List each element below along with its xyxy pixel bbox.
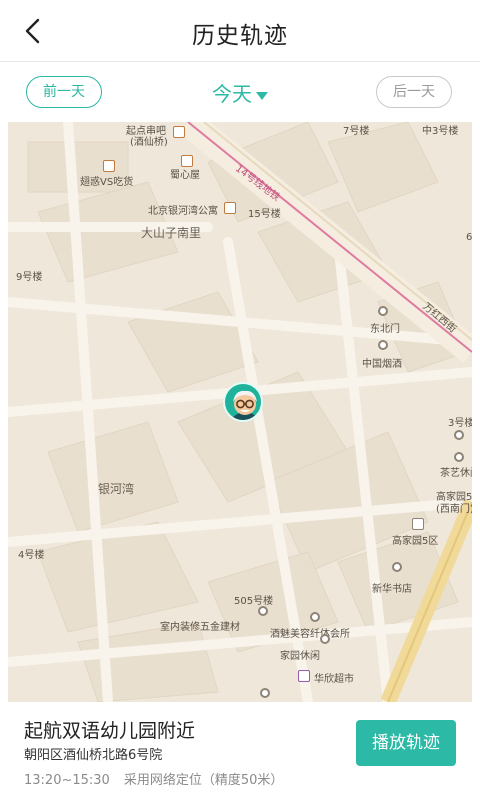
map-label: 蜀心屋 bbox=[170, 170, 200, 181]
date-switch-bar: 前一天 今天 后一天 bbox=[0, 62, 480, 122]
place-name: 起航双语幼儿园附近 bbox=[24, 720, 196, 742]
date-selector-label: 今天 bbox=[212, 82, 252, 106]
map-label: 6 bbox=[466, 232, 472, 243]
map-label: 翅惑VS吃货 bbox=[80, 177, 134, 188]
location-meta: 13:20~15:30 采用网络定位（精度50米） bbox=[24, 769, 283, 788]
map-label: 4号楼 bbox=[18, 550, 45, 561]
map-label: 7号楼 bbox=[343, 126, 370, 137]
poi-dot-icon bbox=[320, 634, 330, 644]
poi-dot-icon bbox=[392, 562, 402, 572]
map-label: 中3号楼 bbox=[422, 126, 459, 137]
restaurant-icon bbox=[103, 160, 115, 172]
location-avatar-marker[interactable] bbox=[223, 382, 263, 422]
poi-dot-icon bbox=[378, 306, 388, 316]
map-label: 中国烟酒 bbox=[362, 359, 402, 370]
map-label: 酒魅美容纤体会所 bbox=[270, 629, 350, 640]
map-label: 华欣超市 bbox=[314, 674, 354, 685]
poi-dot-icon bbox=[454, 430, 464, 440]
shop-icon bbox=[298, 670, 310, 682]
caret-down-icon bbox=[256, 91, 268, 100]
map-label: 北京银河湾公寓 bbox=[148, 206, 218, 217]
time-range: 13:20~15:30 bbox=[24, 773, 110, 788]
map-label: 家园休闲 bbox=[280, 651, 320, 662]
location-info-panel: 起航双语幼儿园附近 朝阳区酒仙桥北路6号院 13:20~15:30 采用网络定位（… bbox=[0, 702, 480, 800]
map-label: 新华书店 bbox=[372, 584, 412, 595]
next-day-button[interactable]: 后一天 bbox=[376, 76, 452, 108]
home-icon bbox=[412, 518, 424, 530]
map-label: 3号楼 bbox=[448, 418, 472, 429]
map-view[interactable]: 起点串吧 (酒仙桥) 翅惑VS吃货 蜀心屋 北京银河湾公寓 15号楼 大山子南里… bbox=[8, 122, 472, 702]
poi-dot-icon bbox=[258, 606, 268, 616]
map-label: 15号楼 bbox=[248, 209, 281, 220]
map-label: 9号楼 bbox=[16, 272, 43, 283]
app-header: 历史轨迹 bbox=[0, 0, 480, 62]
poi-dot-icon bbox=[260, 688, 270, 698]
elder-avatar-icon bbox=[231, 390, 259, 420]
map-label: 高家园5区 bbox=[392, 536, 439, 547]
locate-mode: 采用网络定位（精度50米） bbox=[123, 773, 284, 788]
restaurant-icon bbox=[173, 126, 185, 138]
poi-dot-icon bbox=[310, 612, 320, 622]
map-label: 室内装修五金建材 bbox=[160, 622, 240, 633]
map-label: 大山子南里 bbox=[141, 226, 202, 240]
map-label: (酒仙桥) bbox=[130, 137, 168, 148]
hotel-icon bbox=[224, 202, 236, 214]
map-label: 银河湾 bbox=[98, 482, 135, 496]
play-track-button[interactable]: 播放轨迹 bbox=[356, 720, 456, 766]
map-label: 茶艺休闲 bbox=[440, 468, 472, 479]
place-address: 朝阳区酒仙桥北路6号院 bbox=[24, 748, 163, 763]
map-label: (西南门) bbox=[436, 504, 472, 515]
page-title: 历史轨迹 bbox=[192, 23, 288, 49]
poi-dot-icon bbox=[454, 452, 464, 462]
map-label: 505号楼 bbox=[234, 596, 274, 607]
poi-dot-icon bbox=[378, 340, 388, 350]
map-label: 东北门 bbox=[370, 324, 400, 335]
